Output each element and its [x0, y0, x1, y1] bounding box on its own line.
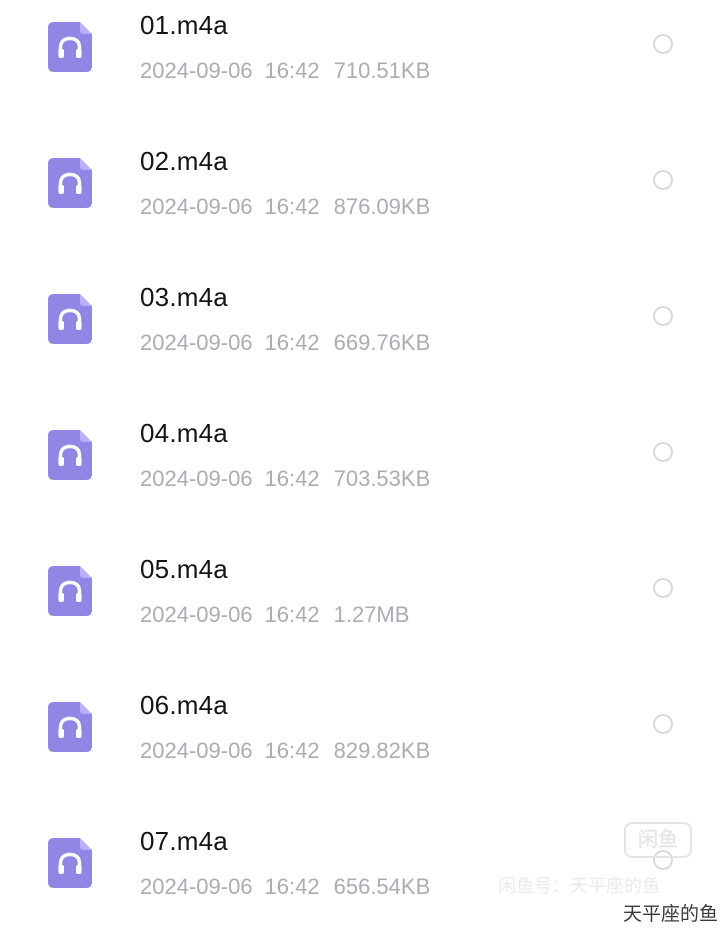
select-radio-button[interactable] — [653, 714, 673, 734]
audio-file-icon — [48, 838, 92, 888]
audio-file-icon — [48, 566, 92, 616]
file-row[interactable]: 02.m4a 2024-09-06 16:42 876.09KB — [0, 136, 720, 272]
audio-file-icon — [48, 702, 92, 752]
file-date: 2024-09-06 — [140, 58, 253, 83]
file-size: 876.09KB — [333, 194, 431, 219]
select-radio-button[interactable] — [653, 442, 673, 462]
audio-file-icon — [48, 22, 92, 72]
file-size: 829.82KB — [333, 738, 431, 763]
file-date: 2024-09-06 — [140, 874, 253, 899]
file-row[interactable]: 03.m4a 2024-09-06 16:42 669.76KB — [0, 272, 720, 408]
file-date: 2024-09-06 — [140, 738, 253, 763]
file-date: 2024-09-06 — [140, 194, 253, 219]
file-time: 16:42 — [264, 602, 320, 627]
file-time: 16:42 — [264, 194, 320, 219]
file-date: 2024-09-06 — [140, 466, 253, 491]
file-name: 03.m4a — [140, 282, 228, 312]
select-radio-button[interactable] — [653, 578, 673, 598]
file-meta: 2024-09-06 16:42 669.76KB — [140, 330, 430, 356]
file-size: 703.53KB — [333, 466, 431, 491]
file-size: 710.51KB — [333, 58, 431, 83]
file-meta: 2024-09-06 16:42 703.53KB — [140, 466, 430, 492]
file-meta: 2024-09-06 16:42 829.82KB — [140, 738, 430, 764]
file-time: 16:42 — [264, 738, 320, 763]
watermark-logo: 闲鱼 — [624, 822, 692, 858]
file-name: 07.m4a — [140, 826, 228, 856]
file-row[interactable]: 06.m4a 2024-09-06 16:42 829.82KB — [0, 680, 720, 816]
audio-file-icon — [48, 158, 92, 208]
select-radio-button[interactable] — [653, 170, 673, 190]
audio-file-icon — [48, 294, 92, 344]
file-time: 16:42 — [264, 466, 320, 491]
file-row[interactable]: 01.m4a 2024-09-06 16:42 710.51KB — [0, 0, 720, 136]
select-radio-button[interactable] — [653, 34, 673, 54]
file-time: 16:42 — [264, 58, 320, 83]
file-name: 01.m4a — [140, 10, 228, 40]
watermark-text: 闲鱼号：天平座的鱼 — [498, 876, 660, 897]
file-name: 05.m4a — [140, 554, 228, 584]
select-radio-button[interactable] — [653, 306, 673, 326]
file-row[interactable]: 04.m4a 2024-09-06 16:42 703.53KB — [0, 408, 720, 544]
audio-file-icon — [48, 430, 92, 480]
file-time: 16:42 — [264, 874, 320, 899]
file-row[interactable]: 05.m4a 2024-09-06 16:42 1.27MB — [0, 544, 720, 680]
file-meta: 2024-09-06 16:42 1.27MB — [140, 602, 409, 628]
file-time: 16:42 — [264, 330, 320, 355]
file-date: 2024-09-06 — [140, 602, 253, 627]
file-name: 02.m4a — [140, 146, 228, 176]
watermark-author: 天平座的鱼 — [622, 903, 718, 925]
file-meta: 2024-09-06 16:42 656.54KB — [140, 874, 430, 900]
file-size: 1.27MB — [333, 602, 410, 627]
file-size: 669.76KB — [333, 330, 431, 355]
file-size: 656.54KB — [333, 874, 431, 899]
file-meta: 2024-09-06 16:42 876.09KB — [140, 194, 430, 220]
file-date: 2024-09-06 — [140, 330, 253, 355]
file-name: 04.m4a — [140, 418, 228, 448]
file-name: 06.m4a — [140, 690, 228, 720]
file-meta: 2024-09-06 16:42 710.51KB — [140, 58, 430, 84]
